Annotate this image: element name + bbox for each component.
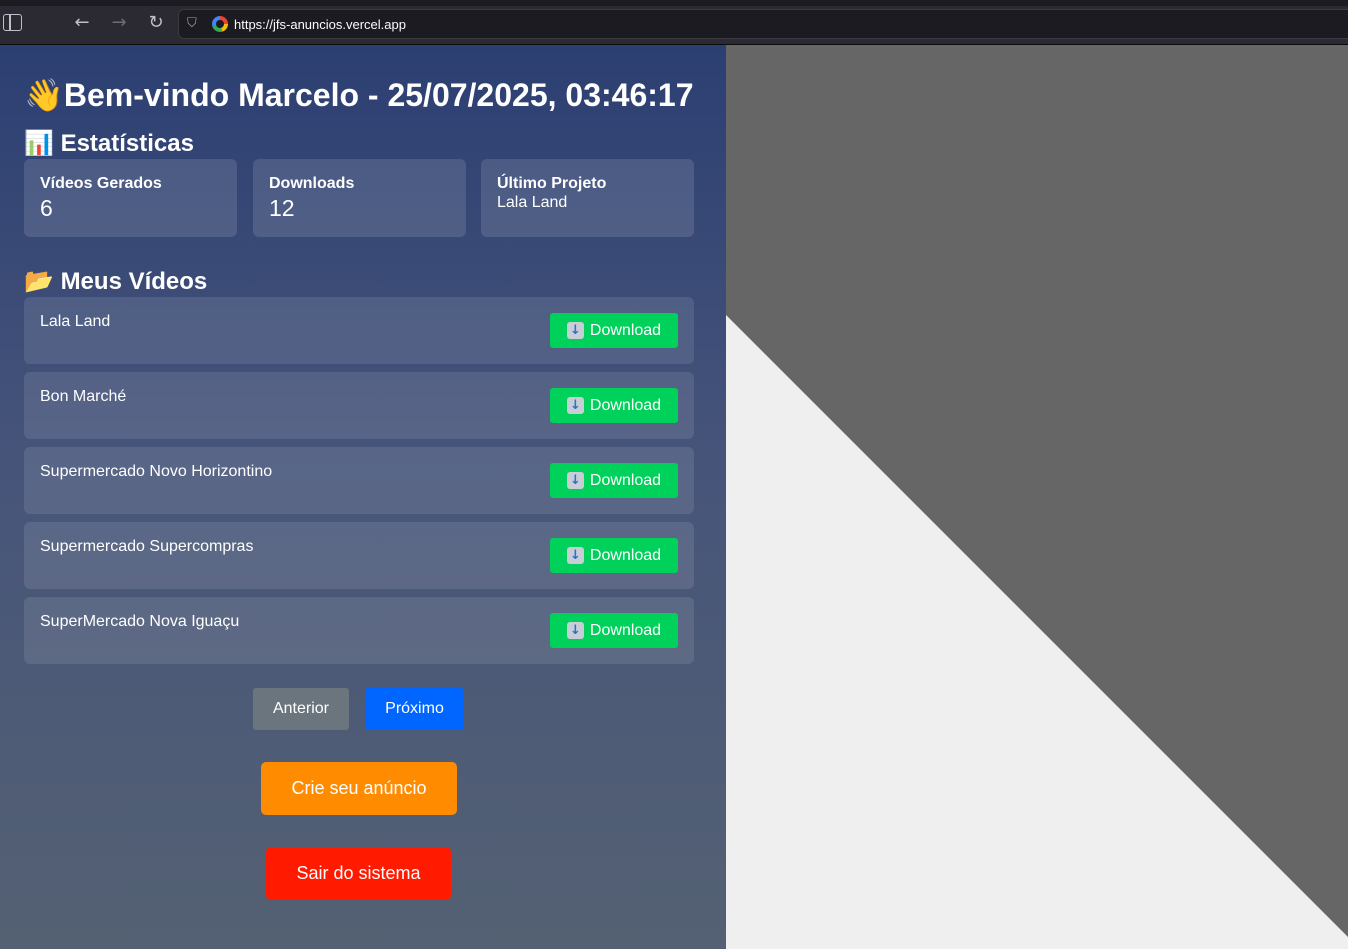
- back-arrow-icon[interactable]: ←: [72, 13, 92, 33]
- download-label: Download: [589, 546, 662, 564]
- logout-button[interactable]: Sair do sistema: [266, 847, 451, 900]
- waving-hand-icon: 👋: [24, 77, 64, 113]
- site-favicon: [212, 16, 228, 32]
- download-arrow-icon: ↓: [566, 622, 584, 639]
- download-label: Download: [589, 396, 662, 414]
- tracking-shield-icon[interactable]: ⛉: [187, 16, 201, 32]
- browser-toolbar: ← → ↻ ⛉ https://jfs-anuncios.vercel.app: [0, 0, 1348, 45]
- videos-heading: 📂 Meus Vídeos: [24, 267, 207, 296]
- video-title: Bon Marché: [40, 388, 127, 405]
- stat-value: 6: [40, 195, 53, 221]
- sidebar-toggle-icon[interactable]: [3, 14, 22, 31]
- reload-icon[interactable]: ↻: [146, 13, 166, 33]
- stats-heading-text: Estatísticas: [60, 130, 194, 157]
- download-label: Download: [589, 321, 662, 339]
- download-arrow-icon: ↓: [566, 547, 584, 564]
- download-arrow-icon: ↓: [566, 472, 584, 489]
- download-label: Download: [589, 471, 662, 489]
- create-ad-button[interactable]: Crie seu anúncio: [261, 762, 457, 815]
- greeting-text: Bem-vindo Marcelo - 25/07/2025, 03:46:17: [63, 77, 694, 113]
- forward-arrow-icon[interactable]: →: [109, 13, 129, 33]
- stat-label: Último Projeto: [497, 175, 607, 192]
- bar-chart-icon: 📊: [24, 130, 54, 157]
- download-button[interactable]: ↓ Download: [550, 388, 678, 423]
- videos-heading-text: Meus Vídeos: [60, 268, 208, 295]
- video-item: Bon Marché ↓ Download: [24, 372, 694, 439]
- background-area: [726, 45, 1348, 949]
- dashboard-panel: 👋Bem-vindo Marcelo - 25/07/2025, 03:46:1…: [0, 45, 726, 949]
- stat-card-videos: Vídeos Gerados 6: [24, 159, 237, 237]
- next-page-button[interactable]: Próximo: [365, 688, 464, 730]
- stat-label: Downloads: [269, 175, 355, 192]
- video-title: SuperMercado Nova Iguaçu: [40, 613, 240, 630]
- stat-label: Vídeos Gerados: [40, 175, 162, 192]
- tab-strip: [0, 0, 1348, 6]
- video-item: Supermercado Supercompras ↓ Download: [24, 522, 694, 589]
- stat-card-last-project: Último Projeto Lala Land: [481, 159, 694, 237]
- video-item: SuperMercado Nova Iguaçu ↓ Download: [24, 597, 694, 664]
- stats-heading: 📊 Estatísticas: [24, 129, 194, 158]
- video-item: Supermercado Novo Horizontino ↓ Download: [24, 447, 694, 514]
- download-arrow-icon: ↓: [566, 322, 584, 339]
- diagonal-shape: [726, 315, 1348, 949]
- page-title: 👋Bem-vindo Marcelo - 25/07/2025, 03:46:1…: [24, 76, 693, 114]
- video-title: Supermercado Novo Horizontino: [40, 463, 273, 480]
- folder-icon: 📂: [24, 268, 54, 295]
- address-bar[interactable]: ⛉ https://jfs-anuncios.vercel.app: [178, 9, 1348, 39]
- video-title: Supermercado Supercompras: [40, 538, 254, 555]
- video-title: Lala Land: [40, 313, 111, 330]
- download-arrow-icon: ↓: [566, 397, 584, 414]
- previous-page-button[interactable]: Anterior: [253, 688, 349, 730]
- download-button[interactable]: ↓ Download: [550, 613, 678, 648]
- stat-value: Lala Land: [497, 194, 568, 211]
- download-button[interactable]: ↓ Download: [550, 313, 678, 348]
- video-item: Lala Land ↓ Download: [24, 297, 694, 364]
- download-button[interactable]: ↓ Download: [550, 538, 678, 573]
- stat-card-downloads: Downloads 12: [253, 159, 466, 237]
- download-label: Download: [589, 621, 662, 639]
- url-text[interactable]: https://jfs-anuncios.vercel.app: [234, 17, 406, 32]
- download-button[interactable]: ↓ Download: [550, 463, 678, 498]
- stat-value: 12: [269, 195, 295, 221]
